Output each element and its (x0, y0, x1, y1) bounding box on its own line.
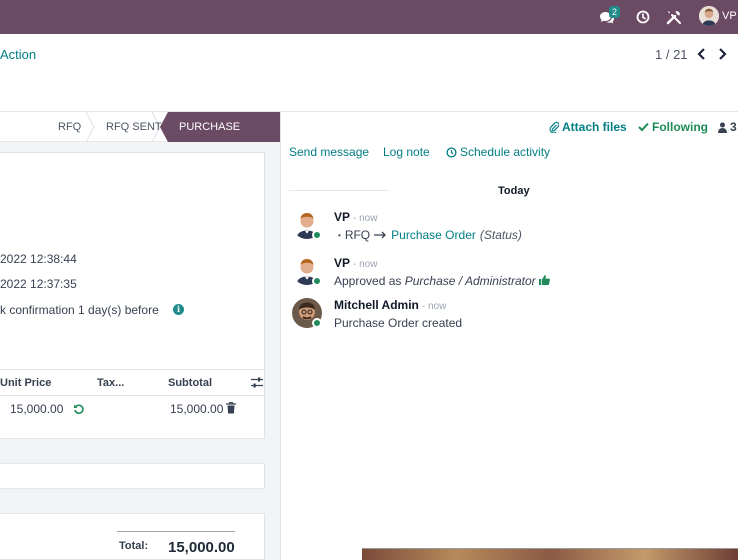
pager-next-icon[interactable] (715, 46, 729, 62)
approval-group: Purchase / Administrator (404, 274, 536, 288)
chat-badge: 2 (609, 6, 621, 18)
top-navbar (0, 0, 738, 34)
date-separator-line (289, 190, 389, 191)
column-unit-price[interactable]: Unit Price (0, 377, 51, 389)
message-author[interactable]: VP - now (334, 256, 377, 270)
tracking-old-value: RFQ (344, 228, 371, 242)
pager-value[interactable]: 1 / 21 (655, 47, 688, 62)
message-body: Approved as Purchase / Administrator (334, 274, 550, 288)
date-separator-today: Today (498, 185, 530, 197)
online-status-dot (312, 230, 322, 240)
approval-text: Approved as (334, 274, 405, 288)
status-rfq-sent[interactable]: RFQ SENT (106, 112, 162, 142)
author-name: VP (334, 256, 351, 270)
author-name: Mitchell Admin (334, 298, 419, 312)
send-message-button[interactable]: Send message (289, 145, 369, 159)
ask-confirmation-field[interactable]: k confirmation 1 day(s) before (0, 303, 159, 317)
online-status-dot (312, 318, 322, 328)
chatter-divider (280, 112, 281, 560)
statusbar: RFQ RFQ SENT PURCHASE ORDER (0, 112, 280, 163)
expected-arrival-value[interactable]: 2022 12:37:35 (0, 277, 77, 291)
order-lines-header: Unit Price Tax... Subtotal (0, 369, 265, 396)
control-panel (0, 34, 738, 112)
author-name: VP (334, 210, 351, 224)
info-icon[interactable]: i (173, 304, 184, 315)
order-deadline-value[interactable]: 2022 12:38:44 (0, 252, 77, 266)
video-preview-thumbnail (362, 548, 738, 560)
status-rfq[interactable]: RFQ (58, 112, 81, 142)
tracking-value-change: • RFQ Purchase Order (Status) (338, 228, 522, 242)
pager-previous-icon[interactable] (695, 46, 709, 62)
clock-icon[interactable] (633, 0, 653, 34)
message-author[interactable]: Mitchell Admin - now (334, 298, 446, 312)
arrow-right-icon (374, 231, 387, 239)
undo-icon[interactable] (73, 403, 85, 415)
line-unit-price[interactable]: 15,000.00 (10, 402, 63, 416)
status-purchase-order[interactable]: PURCHASE ORDER (160, 112, 280, 163)
online-status-dot (312, 276, 322, 286)
empty-line-row (0, 438, 265, 464)
following-label: Following (652, 120, 708, 134)
total-divider (117, 531, 235, 532)
attach-files-label: Attach files (562, 120, 627, 134)
tools-icon[interactable] (664, 0, 684, 34)
following-button[interactable]: Following (638, 120, 708, 134)
message-time: - now (353, 213, 378, 224)
message-body: Purchase Order created (334, 316, 463, 330)
tracking-new-value: Purchase Order (391, 228, 476, 242)
total-label: Total: (119, 540, 149, 552)
action-menu-button[interactable]: Action (0, 47, 36, 62)
optional-columns-icon[interactable] (251, 376, 263, 389)
line-subtotal: 15,000.00 (170, 402, 224, 416)
total-value: 15,000.00 (168, 539, 235, 556)
followers-button[interactable]: 3 (718, 120, 737, 134)
empty-line-row (0, 488, 265, 514)
thumbs-up-icon (539, 275, 550, 285)
followers-count: 3 (730, 120, 737, 134)
message-time: - now (353, 259, 378, 270)
log-note-button[interactable]: Log note (383, 145, 430, 159)
user-initials: VP (722, 10, 737, 22)
schedule-activity-button[interactable]: Schedule activity (446, 145, 550, 159)
user-avatar[interactable] (699, 6, 719, 26)
attach-files-button[interactable]: Attach files (549, 120, 627, 134)
tracking-field-name: (Status) (479, 228, 522, 242)
column-taxes[interactable]: Tax... (97, 377, 124, 389)
message-author[interactable]: VP - now (334, 210, 377, 224)
bullet-icon: • (338, 230, 341, 240)
trash-icon[interactable] (226, 402, 236, 414)
schedule-activity-label: Schedule activity (460, 145, 551, 159)
column-subtotal[interactable]: Subtotal (168, 377, 212, 389)
message-time: - now (421, 301, 447, 312)
